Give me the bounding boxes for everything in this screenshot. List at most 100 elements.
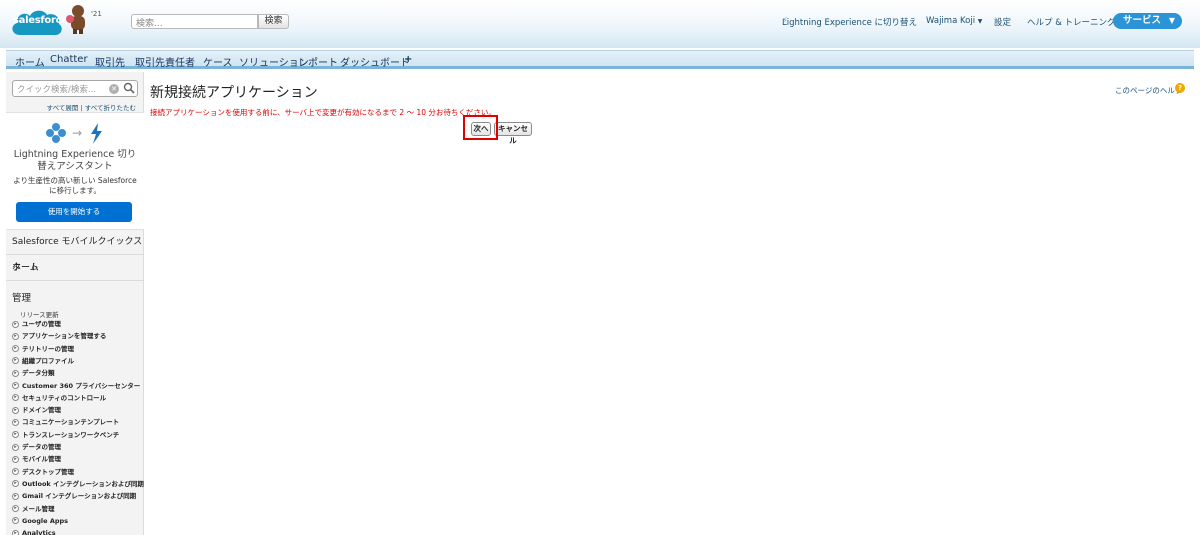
page-help-link[interactable]: このページのヘルプ [1115, 85, 1182, 96]
app-picker-button[interactable]: サービス ▼ [1113, 13, 1182, 29]
lightning-assistant-box: → Lightning Experience 切り替えアシスタント より生産性の… [6, 112, 144, 230]
collapse-all-link[interactable]: すべて折りたたむ [85, 104, 136, 112]
expand-collapse-links: すべて展開 | すべて折りたたむ [6, 102, 136, 112]
expand-icon[interactable]: ▸ [12, 468, 19, 476]
tree-item-label: アプリケーションを管理する [22, 332, 107, 341]
tree-item-label: デスクトップ管理 [22, 467, 74, 476]
global-search-button[interactable]: 検索 [258, 14, 289, 29]
tree-item[interactable]: ▸ ドメイン管理 [12, 404, 61, 416]
tree-item-label: コミュニケーションテンプレート [22, 418, 120, 427]
tree-item[interactable]: ▸ テリトリーの管理 [12, 343, 74, 355]
tree-item-label: データ分類 [22, 369, 55, 378]
tree-item[interactable]: ▸ データの管理 [12, 441, 61, 453]
link-separator: | [80, 104, 83, 112]
lightning-assistant-description: より生産性の高い新しい Salesforce に移行します。 [13, 176, 137, 195]
tab-contacts[interactable]: 取引先責任者 [135, 54, 195, 69]
expand-icon[interactable]: ▸ [12, 492, 19, 500]
tree-item-label: ユーザの管理 [22, 320, 61, 328]
sidebar-item-mobile-quickstart[interactable]: Salesforce モバイルクイックスタート [6, 229, 144, 273]
tree-item[interactable]: ▸ セキュリティのコントロール [12, 392, 106, 404]
tree-item-label: Gmail インテグレーションおよび同期 [22, 492, 137, 501]
tree-item[interactable]: ▸ Analytics [12, 527, 56, 535]
tree-item-label: Customer 360 プライバシーセンター [22, 381, 141, 390]
sidebar: クイック検索/検索... ✕ すべて展開 | すべて折りたたむ → Lightn… [6, 72, 144, 535]
expand-all-link[interactable]: すべて展開 [47, 104, 79, 112]
svg-text:→: → [72, 126, 82, 140]
tab-accounts[interactable]: 取引先 [95, 54, 125, 69]
expand-icon[interactable]: ▸ [12, 357, 19, 365]
mascot-icon [66, 5, 85, 34]
get-started-button[interactable]: 使用を開始する [16, 202, 132, 222]
bolt-icon: ⚡ [782, 16, 788, 26]
expand-icon[interactable]: ▸ [12, 369, 19, 377]
tree-item[interactable]: ▸ コミュニケーションテンプレート [12, 416, 119, 428]
cancel-button[interactable]: キャンセル [494, 122, 532, 145]
global-search-input[interactable]: 検索... [131, 14, 258, 29]
tab-bar: ホーム Chatter 取引先 取引先責任者 ケース ソリューション レポート … [6, 50, 1194, 69]
tree-item-label: テリトリーの管理 [22, 344, 74, 353]
tree-item-label: ドメイン管理 [22, 406, 61, 415]
page-title: 新規接続アプリケーション [150, 85, 318, 101]
tree-item-label: データの管理 [22, 443, 61, 451]
expand-icon[interactable]: ▸ [12, 394, 19, 402]
tree-item-label: メール管理 [22, 504, 55, 513]
tab-home[interactable]: ホーム [15, 54, 45, 69]
tree-item[interactable]: ▸ メール管理 [12, 503, 55, 515]
highlight-box [463, 115, 498, 140]
expand-icon[interactable]: ▸ [12, 480, 19, 488]
tree-item[interactable]: ▸ ユーザの管理 [12, 318, 61, 330]
expand-icon[interactable]: ▸ [12, 455, 19, 463]
tree-item[interactable]: ▸ アプリケーションを管理する [12, 330, 106, 342]
expand-icon[interactable]: ▸ [12, 517, 19, 525]
user-menu[interactable]: Wajima Koji ▼ [926, 16, 982, 26]
tree-item[interactable]: ▸ モバイル管理 [12, 453, 61, 465]
tree-item-label: セキュリティのコントロール [22, 393, 107, 402]
tree-item[interactable]: ▸ トランスレーションワークベンチ [12, 429, 119, 441]
tree-item-label: Outlook インテグレーションおよび同期 [22, 479, 144, 488]
chevron-down-icon: ▼ [1168, 16, 1175, 25]
expand-icon[interactable]: ▸ [12, 345, 19, 353]
warning-message: 接続アプリケーションを使用する前に、サーバ上で変更が有効になるまで 2 〜 10… [150, 108, 496, 117]
lightning-transition-icon: → [46, 123, 102, 144]
expand-icon[interactable]: ▸ [12, 529, 19, 535]
tab-dashboards[interactable]: ダッシュボード [340, 54, 410, 69]
quick-find-input[interactable]: クイック検索/検索... [12, 80, 138, 97]
tree-item[interactable]: ▸ デスクトップ管理 [12, 466, 74, 478]
sidebar-heading-management: 管理 [12, 293, 32, 304]
tab-all-tabs[interactable]: + [404, 54, 412, 65]
clear-icon[interactable]: ✕ [109, 84, 119, 94]
expand-icon[interactable]: ▸ [12, 505, 19, 512]
global-header: salesforce '21 検索... 検索 ⚡ Lightning Expe… [0, 0, 1200, 48]
tree-item[interactable]: ▸ 組織プロファイル [12, 355, 74, 367]
tree-item[interactable]: ▸ データ分類 [12, 367, 55, 379]
logo-text: salesforce [13, 15, 68, 26]
tree-item[interactable]: ▸ Outlook インテグレーションおよび同期 [12, 478, 144, 490]
tree-item-label: Google Apps [22, 516, 69, 525]
expand-icon[interactable]: ▸ [12, 431, 19, 439]
lightning-switch-link[interactable]: ⚡ Lightning Experience に切り替え [782, 16, 917, 28]
search-icon[interactable] [123, 82, 135, 94]
tree-item-label: トランスレーションワークベンチ [22, 430, 120, 439]
expand-icon[interactable]: ▸ [12, 406, 19, 414]
tab-cases[interactable]: ケース [203, 54, 233, 69]
chevron-down-icon: ▼ [977, 18, 983, 25]
expand-icon[interactable]: ▸ [12, 418, 19, 426]
expand-icon[interactable]: ▸ [12, 443, 19, 451]
tree-item[interactable]: ▸ Customer 360 プライバシーセンター [12, 380, 140, 392]
help-icon[interactable]: ? [1175, 83, 1185, 93]
release-badge: '21 [91, 10, 102, 18]
tree-item-label: Analytics [22, 529, 56, 535]
help-training-link[interactable]: ヘルプ & トレーニング [1027, 16, 1116, 28]
app-picker-label: サービス [1123, 15, 1162, 26]
expand-icon[interactable]: ▸ [12, 382, 19, 389]
tab-chatter[interactable]: Chatter [50, 54, 88, 65]
tree-item[interactable]: ▸ Gmail インテグレーションおよび同期 [12, 490, 136, 502]
tree-item-label: モバイル管理 [22, 455, 61, 464]
setup-link[interactable]: 設定 [994, 16, 1011, 28]
tree-item[interactable]: ▸ Google Apps [12, 515, 68, 527]
lightning-assistant-title: Lightning Experience 切り替えアシスタント [13, 149, 137, 172]
tab-reports[interactable]: レポート [298, 54, 338, 69]
sidebar-item-home[interactable]: ホーム [6, 255, 144, 281]
expand-icon[interactable]: ▸ [12, 320, 19, 328]
expand-icon[interactable]: ▸ [12, 332, 19, 340]
